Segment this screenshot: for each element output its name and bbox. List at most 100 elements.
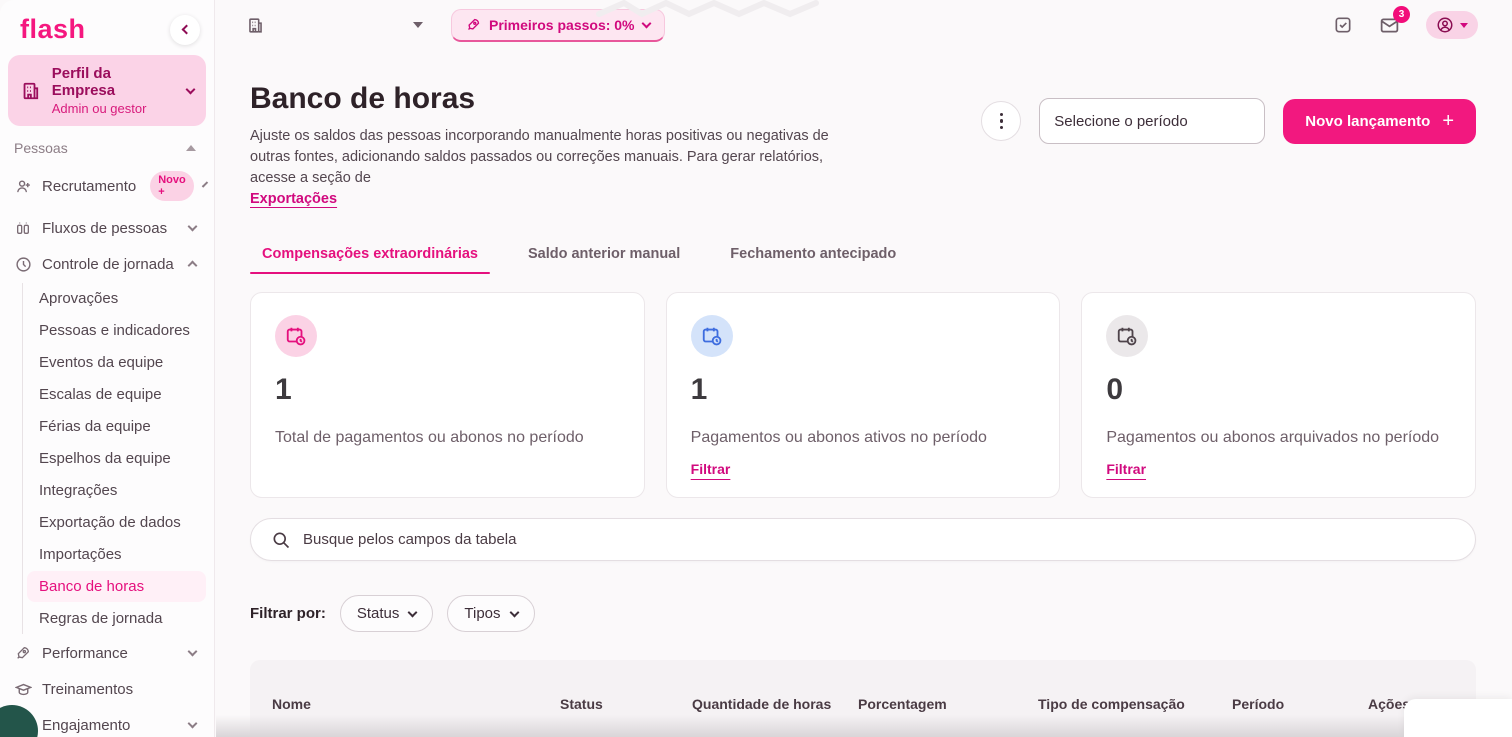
filtrar-link[interactable]: Filtrar [1106,461,1146,477]
sidebar-item-treinamentos[interactable]: Treinamentos [8,671,206,707]
card-value: 1 [275,373,292,406]
card-pagamentos-ativos: 1 Pagamentos ou abonos ativos no período… [665,292,1061,498]
graduation-cap-icon [14,680,32,698]
bank-hours-table: Nome Status Quantidade de horas Porcenta… [250,660,1476,737]
sidebar-subitem-importacoes[interactable]: Importações [27,539,206,570]
filter-tipos[interactable]: Tipos [447,595,535,632]
filter-label: Filtrar por: [250,605,326,622]
period-input[interactable] [1054,112,1254,130]
company-name-redacted [275,17,405,33]
profile-subtitle: Admin ou gestor [51,101,147,116]
kebab-icon [999,112,1004,117]
bottom-right-panel [1404,699,1512,737]
sidebar-subitem-exportacao-de-dados[interactable]: Exportação de dados [27,507,206,538]
search-icon [273,532,290,548]
card-total-pagamentos: 1 Total de pagamentos ou abonos no perío… [250,292,645,498]
tab-bar: Compensações extraordinárias Saldo anter… [250,240,1476,274]
chevron-down-icon [641,18,651,28]
sidebar-subitem-espelhos-da-equipe[interactable]: Espelhos da equipe [27,443,206,474]
primeiros-passos-pill[interactable]: Primeiros passos: 0% [451,8,665,42]
tab-saldo-anterior-manual[interactable]: Saldo anterior manual [516,240,692,274]
calendar-clock-icon [1106,315,1149,357]
user-menu[interactable] [1426,11,1478,39]
sidebar-item-recrutamento[interactable]: Recrutamento Novo + [8,162,208,210]
tab-fechamento-antecipado[interactable]: Fechamento antecipado [718,240,908,274]
sidebar-subitem-escalas-de-equipe[interactable]: Escalas de equipe [27,379,206,410]
more-options-button[interactable] [981,101,1022,141]
novo-lancamento-button[interactable]: Novo lançamento + [1283,98,1476,144]
exportacoes-link[interactable]: Exportações [250,191,337,207]
calendar-clock-icon [275,315,317,357]
tab-compensacoes-extraordinarias[interactable]: Compensações extraordinárias [250,240,490,274]
table-header-row: Nome Status Quantidade de horas Porcenta… [250,660,1476,737]
filtrar-link[interactable]: Filtrar [691,461,731,477]
novo-lancamento-label: Novo lançamento [1305,112,1431,130]
sidebar-item-label: Performance [42,644,128,662]
period-select[interactable] [1039,98,1266,144]
filter-row: Filtrar por: Status Tipos [250,595,1476,632]
card-label: Pagamentos ou abonos ativos no período [690,429,987,446]
clock-icon [14,255,32,273]
stat-cards: 1 Total de pagamentos ou abonos no perío… [250,292,1477,498]
sidebar-subitem-eventos-da-equipe[interactable]: Eventos da equipe [27,347,206,378]
page-title: Banco de horas [250,82,476,115]
flows-icon [14,219,32,237]
sidebar-subitem-banco-de-horas[interactable]: Banco de horas [27,571,206,602]
user-circle-icon [1437,17,1453,33]
card-value: 0 [1106,373,1124,406]
building-icon [23,82,39,99]
chevron-down-icon [407,607,418,617]
company-profile-selector[interactable]: Perfil da Empresa Admin ou gestor [8,55,206,126]
chevron-down-icon [509,607,519,617]
triangle-down-icon[interactable] [413,22,423,28]
chevron-down-icon [185,84,196,94]
person-plus-icon [14,177,32,195]
sidebar-item-label: Fluxos de pessoas [42,219,168,237]
section-label-text: Pessoas [14,140,68,156]
column-nome: Nome [272,695,311,712]
sidebar-subitem-pessoas-e-indicadores[interactable]: Pessoas e indicadores [27,315,206,346]
sidebar-subitem-integracoes[interactable]: Integrações [27,475,206,506]
tasks-icon[interactable] [1333,15,1353,35]
mail-badge: 3 [1393,5,1410,23]
chevron-down-icon [187,646,198,657]
topbar: Primeiros passos: 0% 3 [216,0,1512,50]
column-porcentagem: Porcentagem [858,695,947,712]
page-description-text: Ajuste os saldos das pessoas incorporand… [250,128,829,186]
sidebar-subitem-regras-de-jornada[interactable]: Regras de jornada [27,603,206,634]
main-area: Primeiros passos: 0% 3 Banco de horas Aj… [216,0,1512,737]
mail-icon[interactable]: 3 [1379,5,1410,36]
column-periodo: Período [1232,695,1285,712]
sidebar-item-label: Recrutamento [42,177,137,195]
triangle-up-icon [186,145,196,151]
rocket-icon [14,644,32,662]
sidebar-item-performance[interactable]: Performance [8,635,206,671]
sidebar-subitem-aprovacoes[interactable]: Aprovações [27,283,206,314]
sidebar-item-controle-de-jornada[interactable]: Controle de jornada [8,246,206,282]
flash-logo: flash [20,14,86,44]
column-quantidade-de-horas: Quantidade de horas [692,695,832,712]
chevron-down-icon [201,181,208,188]
card-pagamentos-arquivados: 0 Pagamentos ou abonos arquivados no per… [1081,292,1477,498]
search-input[interactable] [303,531,1455,548]
rocket-icon [468,18,480,30]
sidebar-collapse-button[interactable] [170,14,200,45]
card-label: Total de pagamentos ou abonos no período [275,429,584,446]
sidebar-subitem-ferias-da-equipe[interactable]: Férias da equipe [27,411,206,442]
chevron-left-icon [181,24,191,35]
building-icon [246,16,265,35]
page-description: Ajuste os saldos das pessoas incorporand… [250,126,850,210]
calendar-clock-icon [690,315,733,357]
sidebar-section-pessoas[interactable]: Pessoas [8,140,206,162]
triangle-down-icon [1460,22,1468,28]
sidebar-item-label: Engajamento [42,716,131,734]
sidebar-item-label: Controle de jornada [42,255,174,273]
filter-status[interactable]: Status [339,595,434,632]
filter-tipos-label: Tipos [464,605,501,622]
novo-badge: Novo + [150,171,194,201]
chevron-down-icon [187,718,198,729]
table-search[interactable] [250,518,1476,561]
plus-icon: + [1442,109,1454,132]
sidebar-item-fluxos-de-pessoas[interactable]: Fluxos de pessoas [8,210,206,246]
chevron-down-icon [187,221,198,232]
